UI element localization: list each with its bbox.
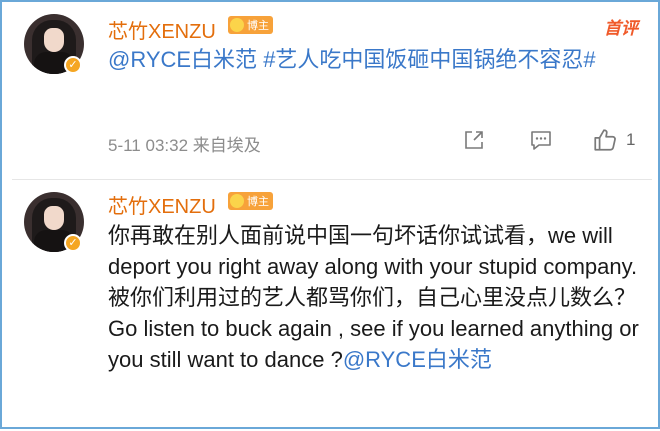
like-count: 1 <box>626 130 636 149</box>
crest-icon <box>230 18 244 32</box>
source-label: 来自埃及 <box>192 136 261 155</box>
share-button[interactable] <box>462 126 486 154</box>
badge-label: 博主 <box>247 196 269 208</box>
hashtag-link[interactable]: #艺人吃中国饭砸中国锅绝不容忍# <box>263 47 595 72</box>
verified-icon: ✓ <box>64 56 82 74</box>
username[interactable]: 芯竹XENZU <box>108 190 216 219</box>
first-comment-label: 首评 <box>604 19 638 38</box>
timestamp: 5-11 03:32 <box>108 136 189 155</box>
blogger-badge: 博主 <box>228 16 273 34</box>
like-icon <box>594 129 616 151</box>
mention-link[interactable]: @RYCE白米范 <box>108 47 257 72</box>
comment-panel: ✓ 芯竹XENZU 博主 首评 @RYCE白米范 #艺人吃中国饭砸中国锅绝不容忍… <box>0 0 660 429</box>
comment-button[interactable] <box>529 126 553 154</box>
like-button[interactable]: 1 <box>592 126 635 154</box>
comment-item: ✓ 芯竹XENZU 博主 你再敢在别人面前说中国一句坏话你试试看，we will… <box>2 180 660 431</box>
verified-icon: ✓ <box>64 234 82 252</box>
comment-text: 你再敢在别人面前说中国一句坏话你试试看，we will deport you r… <box>108 220 646 375</box>
username[interactable]: 芯竹XENZU <box>108 15 216 44</box>
comment-text: @RYCE白米范 #艺人吃中国饭砸中国锅绝不容忍# <box>108 44 646 75</box>
share-icon <box>465 131 483 149</box>
comment-icon <box>531 131 551 150</box>
comment-item: ✓ 芯竹XENZU 博主 首评 @RYCE白米范 #艺人吃中国饭砸中国锅绝不容忍… <box>2 2 660 180</box>
blogger-badge: 博主 <box>228 192 273 210</box>
crest-icon <box>230 194 244 208</box>
comment-meta: 5-11 03:32 来自埃及 <box>108 131 261 156</box>
mention-link[interactable]: @RYCE白米范 <box>343 347 492 372</box>
badge-label: 博主 <box>247 20 269 32</box>
